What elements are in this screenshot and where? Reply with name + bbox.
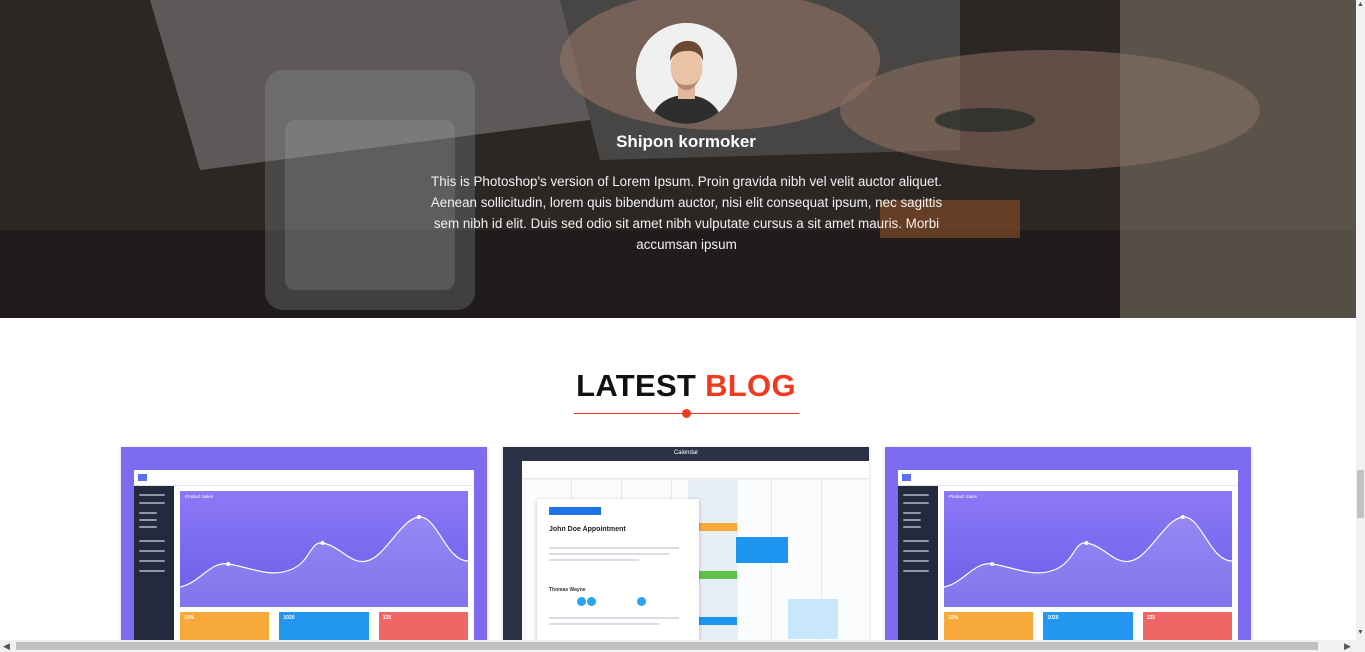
scrollbar-corner bbox=[1356, 640, 1365, 652]
blog-card-2[interactable]: Calendar John Doe Appointment Thomas Way… bbox=[503, 447, 869, 642]
appointment-tag bbox=[549, 507, 601, 515]
dashboard-wave-line bbox=[943, 515, 1233, 607]
calendar-event-popover bbox=[736, 537, 788, 563]
calendar-toolbar bbox=[522, 461, 869, 479]
blog-card-1[interactable]: Product Sales 15% 1020 125 bbox=[121, 447, 487, 642]
page: Shipon kormoker This is Photoshop's vers… bbox=[0, 0, 1365, 652]
heading-underline-dot bbox=[682, 409, 691, 418]
blog-card-3-image: Product Sales 15% 1020 125 bbox=[898, 470, 1238, 642]
dashboard-logo-icon bbox=[138, 474, 147, 481]
blog-card-1-image: Product Sales 15% 1020 125 bbox=[134, 470, 474, 642]
dashboard-chart-title: Product Sales bbox=[949, 494, 978, 499]
horizontal-scrollbar[interactable]: ◀ ▶ bbox=[0, 640, 1356, 652]
dashboard-area-chart: Product Sales bbox=[943, 491, 1233, 607]
dashboard-stat-tiles: 15% 1020 125 bbox=[944, 612, 1232, 642]
appointment-title: John Doe Appointment bbox=[549, 526, 626, 533]
stat-tile-blue: 1020 bbox=[1043, 612, 1133, 642]
chevron-right-icon[interactable]: ▶ bbox=[1344, 641, 1351, 651]
horizontal-scroll-thumb[interactable] bbox=[16, 642, 1318, 650]
dashboard-stat-tiles: 15% 1020 125 bbox=[180, 612, 468, 642]
dashboard-logo-icon bbox=[902, 474, 911, 481]
blog-card-3[interactable]: Product Sales 15% 1020 125 bbox=[885, 447, 1251, 642]
stat-tile-red: 125 bbox=[1142, 612, 1232, 642]
chevron-up-icon[interactable]: ▲ bbox=[1356, 0, 1365, 9]
calendar-topbar: Calendar bbox=[503, 447, 869, 461]
testimonial-person-name: Shipon kormoker bbox=[616, 132, 756, 151]
calendar-event-green bbox=[699, 571, 737, 579]
appointment-attendee: Thomas Wayne bbox=[549, 587, 586, 593]
testimonial-section: Shipon kormoker This is Photoshop's vers… bbox=[0, 0, 1356, 318]
dashboard-sidebar bbox=[134, 486, 174, 642]
stat-tile-orange: 15% bbox=[180, 612, 270, 642]
person-portrait-icon bbox=[636, 23, 737, 124]
dashboard-sidebar bbox=[898, 486, 938, 642]
stat-tile-red: 125 bbox=[378, 612, 468, 642]
vertical-scrollbar[interactable]: ▲ ▼ bbox=[1356, 0, 1365, 640]
dashboard-area-chart: Product Sales bbox=[179, 491, 469, 607]
stat-tile-orange: 15% bbox=[944, 612, 1034, 642]
chevron-down-icon[interactable]: ▼ bbox=[1356, 628, 1365, 637]
dashboard-topbar bbox=[898, 470, 1238, 486]
appointment-dialog: John Doe Appointment Thomas Wayne bbox=[537, 499, 699, 642]
calendar-sidebar bbox=[503, 461, 522, 642]
stat-tile-blue: 1020 bbox=[279, 612, 369, 642]
calendar-event-orange bbox=[699, 523, 737, 531]
heading-accent-word: BLOG bbox=[705, 368, 796, 403]
heading-main-word: LATEST bbox=[576, 368, 697, 403]
testimonial-quote: This is Photoshop's version of Lorem Ips… bbox=[430, 174, 943, 252]
latest-blog-heading: LATEST BLOG bbox=[480, 368, 892, 404]
calendar-event-blue bbox=[699, 617, 737, 625]
testimonial-avatar bbox=[636, 23, 737, 124]
chevron-left-icon[interactable]: ◀ bbox=[3, 641, 10, 651]
dashboard-wave-line bbox=[179, 515, 469, 607]
calendar-title: Calendar bbox=[673, 450, 699, 456]
calendar-event-light bbox=[788, 599, 838, 639]
dashboard-chart-title: Product Sales bbox=[185, 494, 214, 499]
dashboard-topbar bbox=[134, 470, 474, 486]
vertical-scroll-thumb[interactable] bbox=[1357, 470, 1364, 518]
